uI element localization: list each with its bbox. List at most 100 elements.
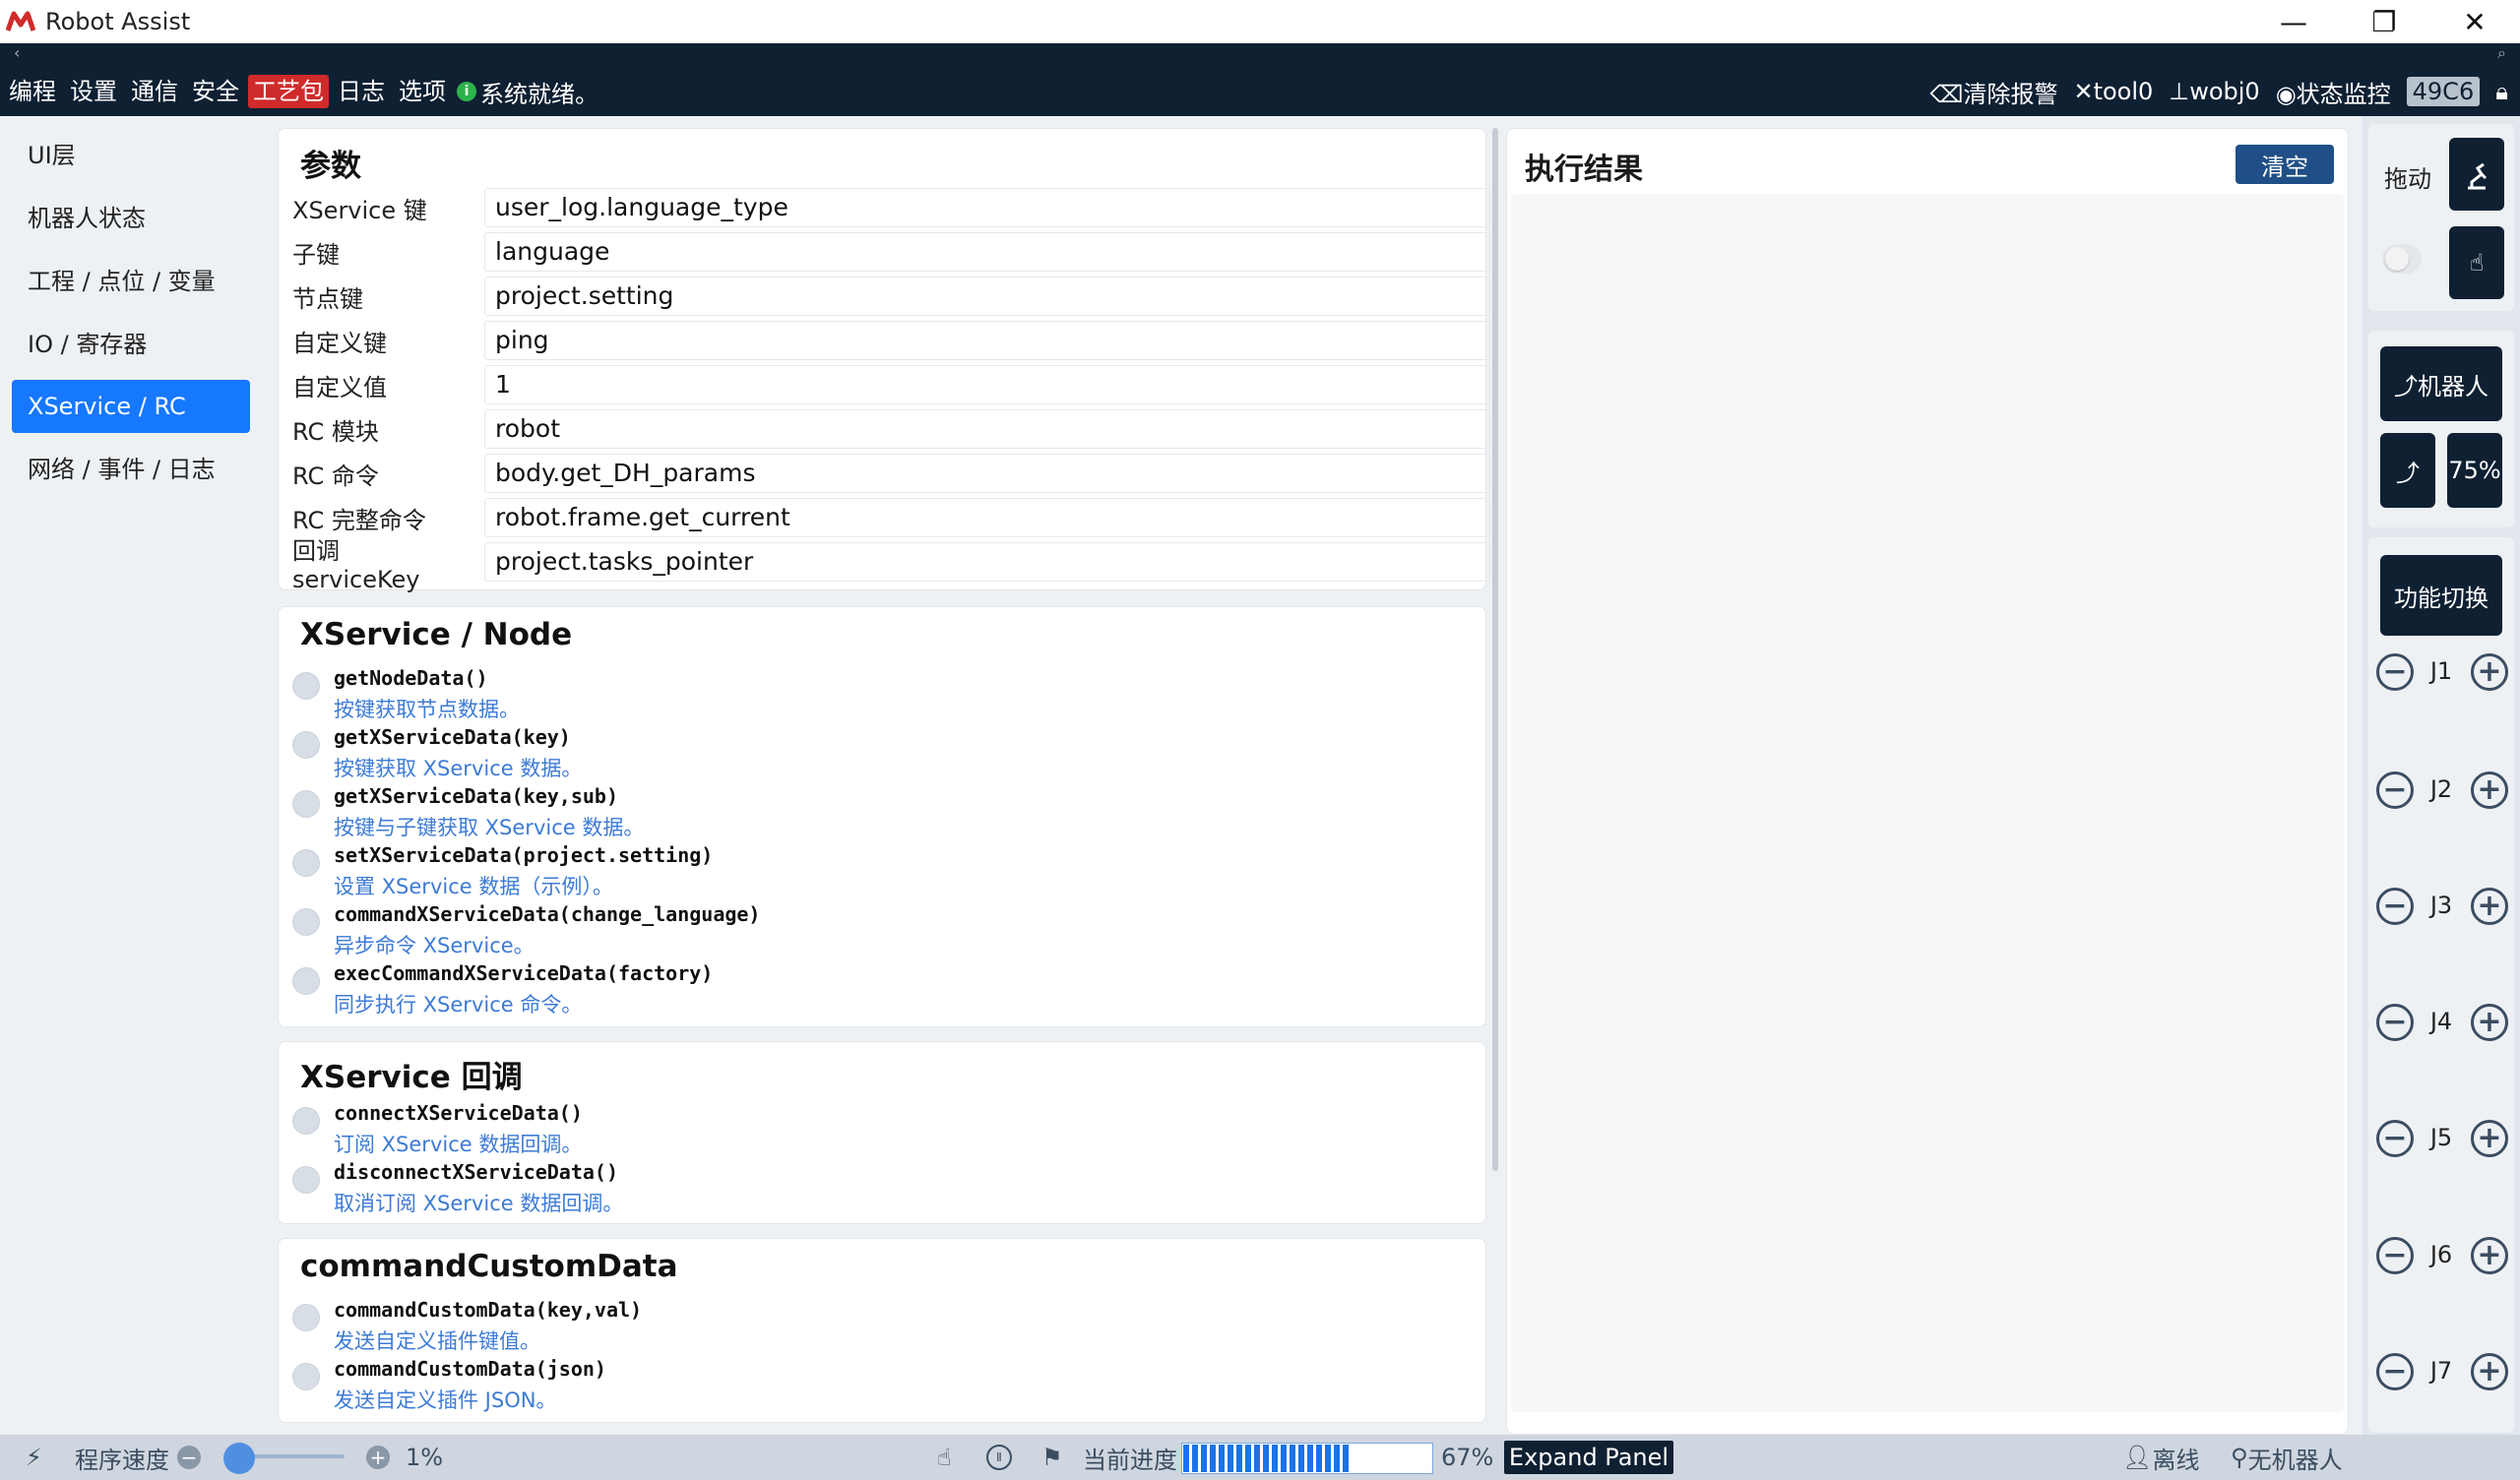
custom-data-title: commandCustomData (300, 1249, 678, 1284)
progress-percent: 67% (1441, 1444, 1494, 1471)
tool-selector[interactable]: ✕tool0 (2073, 78, 2153, 105)
collapse-chevron-icon[interactable]: ‹ (14, 43, 20, 62)
fn-name: getXServiceData(key) (334, 725, 571, 749)
nav-project-points-vars[interactable]: 工程 / 点位 / 变量 (12, 255, 250, 308)
speed-decrease-button[interactable]: − (177, 1435, 201, 1480)
xservice-key-input[interactable]: user_log.language_type (484, 188, 1490, 227)
nav-xservice-rc[interactable]: XService / RC (12, 380, 250, 433)
menu-programming[interactable]: 编程 (4, 75, 61, 108)
drag-hand-button[interactable]: ☝︎ (2449, 226, 2504, 299)
fn-desc: 设置 XService 数据（示例）。 (334, 875, 613, 898)
j7-plus-button[interactable]: + (2471, 1353, 2508, 1390)
robot-arm-button[interactable]: ⤴ (2380, 433, 2435, 508)
xservice-callback-title: XService 回调 (300, 1060, 523, 1095)
callback-service-key-input[interactable]: project.tasks_pointer (484, 542, 1490, 582)
joint-row-j7: − J7 + (2372, 1353, 2510, 1392)
drag-toggle[interactable] (2382, 244, 2422, 274)
xservice-node-title: XService / Node (300, 617, 573, 652)
radio-button[interactable] (292, 967, 320, 995)
rc-full-command-input[interactable]: robot.frame.get_current (484, 498, 1490, 537)
search-icon[interactable]: ⌕ (2497, 43, 2506, 63)
j6-plus-button[interactable]: + (2471, 1237, 2508, 1274)
j3-minus-button[interactable]: − (2376, 888, 2414, 925)
j5-minus-button[interactable]: − (2376, 1120, 2414, 1157)
param-label: XService 键 (292, 196, 427, 224)
pause-button[interactable]: Ⅱ (986, 1435, 1012, 1480)
radio-button[interactable] (292, 908, 320, 936)
panel-scrollbar[interactable] (1492, 128, 1498, 1171)
status-monitor-button[interactable]: ◉状态监控 (2276, 75, 2391, 109)
eraser-icon: ⌫ (1929, 80, 1964, 108)
system-status-text: 系统就绪。 (480, 80, 598, 108)
nav-robot-status[interactable]: 机器人状态 (12, 192, 250, 245)
wifi-off-icon: ⚡︎ (26, 1444, 42, 1471)
node-key-input[interactable]: project.setting (484, 277, 1490, 316)
robot-button[interactable]: ⤴ 机器人 (2380, 346, 2502, 421)
wobj-label: wobj0 (2189, 78, 2260, 105)
radio-button[interactable] (292, 849, 320, 877)
rc-command-input[interactable]: body.get_DH_params (484, 454, 1490, 493)
radio-button[interactable] (292, 731, 320, 759)
j2-plus-button[interactable]: + (2471, 771, 2508, 809)
params-card: 参数 XService 键 user_log.language_type 子键 … (278, 128, 1490, 593)
tool-label: tool0 (2093, 78, 2154, 105)
lock-icon[interactable]: 🔒︎ (2495, 78, 2508, 105)
rc-module-input[interactable]: robot (484, 409, 1490, 449)
fn-name: setXServiceData(project.setting) (334, 843, 714, 867)
custom-key-input[interactable]: ping (484, 321, 1490, 360)
fn-name: commandXServiceData(change_language) (334, 902, 761, 926)
j6-minus-button[interactable]: − (2376, 1237, 2414, 1274)
result-panel: 执行结果 清空 (1506, 128, 2349, 1435)
toolbar-strip: ‹ ⌕ (0, 43, 2520, 67)
status-monitor-label: 状态监控 (2296, 80, 2391, 108)
j5-plus-button[interactable]: + (2471, 1120, 2508, 1157)
radio-button[interactable] (292, 1304, 320, 1331)
speed-button[interactable]: 75% (2447, 433, 2502, 508)
fn-desc: 异步命令 XService。 (334, 934, 535, 957)
custom-value-input[interactable]: 1 (484, 365, 1490, 404)
close-button[interactable]: ✕ (2429, 0, 2520, 43)
clear-alarm-button[interactable]: ⌫清除报警 (1930, 75, 2058, 109)
speed-slider-handle[interactable] (223, 1443, 256, 1474)
j1-plus-button[interactable]: + (2471, 653, 2508, 691)
drag-robot-button[interactable] (2449, 138, 2504, 211)
j2-label: J2 (2429, 775, 2453, 803)
restore-icon: ❐ (2371, 5, 2397, 38)
step-icon[interactable]: ⚑ (1041, 1435, 1063, 1480)
j3-plus-button[interactable]: + (2471, 888, 2508, 925)
radio-button[interactable] (292, 1166, 320, 1194)
param-label: RC 模块 (292, 417, 379, 446)
left-nav: UI层 机器人状态 工程 / 点位 / 变量 IO / 寄存器 XService… (0, 116, 261, 1435)
fn-desc: 发送自定义插件 JSON。 (334, 1388, 557, 1412)
j7-minus-button[interactable]: − (2376, 1353, 2414, 1390)
nav-network-events-logs[interactable]: 网络 / 事件 / 日志 (12, 443, 250, 496)
no-robot-label: 无机器人 (2247, 1446, 2343, 1474)
j1-minus-button[interactable]: − (2376, 653, 2414, 691)
menu-settings[interactable]: 设置 (65, 75, 122, 108)
function-switch-button[interactable]: 功能切换 (2380, 555, 2502, 636)
speed-increase-button[interactable]: + (366, 1435, 390, 1480)
tool-icon: ✕ (2073, 78, 2094, 105)
hand-pointer-icon[interactable]: ☝︎ (937, 1435, 952, 1480)
nav-io-registers[interactable]: IO / 寄存器 (12, 318, 250, 371)
menu-options[interactable]: 选项 (394, 75, 451, 108)
expand-panel-button[interactable]: Expand Panel (1504, 1441, 1673, 1474)
radio-button[interactable] (292, 1363, 320, 1390)
minimize-button[interactable]: — (2248, 0, 2339, 43)
subkey-input[interactable]: language (484, 232, 1490, 272)
radio-button[interactable] (292, 790, 320, 818)
menu-communication[interactable]: 通信 (126, 75, 183, 108)
j2-minus-button[interactable]: − (2376, 771, 2414, 809)
menu-log[interactable]: 日志 (333, 75, 390, 108)
wobj-selector[interactable]: ⊥wobj0 (2169, 78, 2259, 105)
clear-button[interactable]: 清空 (2236, 145, 2334, 184)
radio-button[interactable] (292, 672, 320, 700)
menu-safety[interactable]: 安全 (187, 75, 244, 108)
menu-process-package[interactable]: 工艺包 (248, 75, 329, 108)
fn-name: commandCustomData(key,val) (334, 1298, 643, 1322)
j4-minus-button[interactable]: − (2376, 1004, 2414, 1041)
j4-plus-button[interactable]: + (2471, 1004, 2508, 1041)
nav-ui-layer[interactable]: UI层 (12, 129, 250, 182)
radio-button[interactable] (292, 1107, 320, 1135)
restore-button[interactable]: ❐ (2339, 0, 2429, 43)
